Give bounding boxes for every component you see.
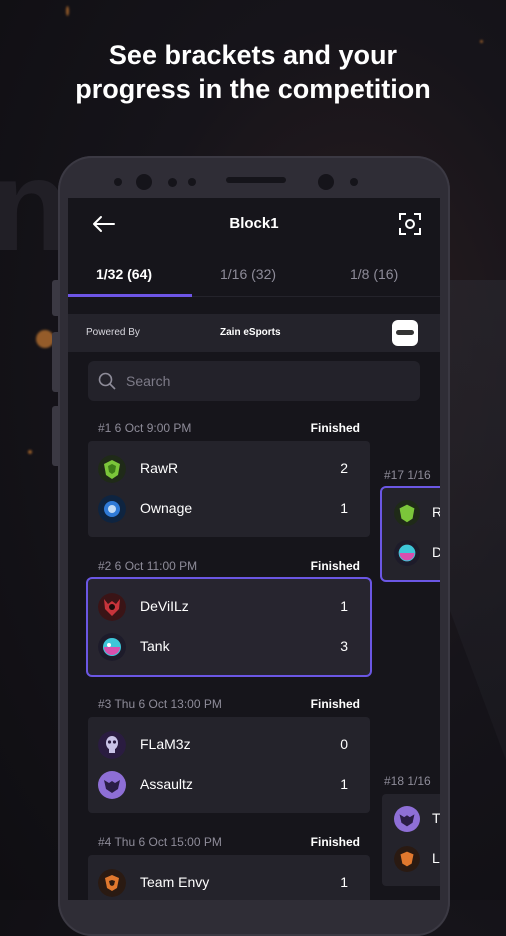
team-name-truncated: L <box>432 850 440 866</box>
team-row[interactable]: FLaM3z 0 <box>88 723 370 763</box>
team-score: 2 <box>340 460 348 476</box>
side-button <box>52 280 58 316</box>
match-info: #1 6 Oct 9:00 PM <box>98 421 192 435</box>
team-score: 1 <box>340 874 348 890</box>
spark <box>66 6 69 16</box>
team-row[interactable]: Ownage 1 <box>88 487 370 527</box>
team-score: 1 <box>340 598 348 614</box>
spark <box>28 450 32 454</box>
team-logo-rawr <box>394 500 420 526</box>
hero-headline: See brackets and your progress in the co… <box>0 38 506 106</box>
team-logo-flam3z <box>98 731 126 759</box>
match-header: #4 Thu 6 Oct 15:00 PM Finished <box>98 835 360 849</box>
match-teams[interactable]: RawR 2 Ownage 1 <box>88 441 370 537</box>
match-teams[interactable]: DeViILz 1 Tank 3 <box>88 579 370 675</box>
powered-by-banner: Powered By Zain eSports <box>68 314 440 352</box>
scan-qr-icon[interactable] <box>398 212 422 236</box>
team-name: RawR <box>140 460 179 476</box>
team-logo-team-envy <box>98 869 126 897</box>
team-logo-assaultz <box>98 771 126 799</box>
team-name-truncated: D <box>432 544 440 560</box>
sensor-dot <box>350 178 358 186</box>
app-bar: Block1 <box>68 198 440 250</box>
match-info: #18 1/16 <box>384 774 431 788</box>
match-info: #17 1/16 <box>384 468 431 482</box>
team-name: Tank <box>140 638 170 654</box>
round-tabs: 1/32 (64) 1/16 (32) 1/8 (16) <box>68 260 440 297</box>
active-tab-indicator <box>68 294 192 297</box>
team-row[interactable]: RawR 2 <box>88 447 370 487</box>
sensor-dot <box>188 178 196 186</box>
side-button <box>52 406 58 466</box>
match-info: #3 Thu 6 Oct 13:00 PM <box>98 697 222 711</box>
front-camera <box>318 174 334 190</box>
sensor-dot <box>168 178 177 187</box>
match-header: #2 6 Oct 11:00 PM Finished <box>98 559 360 573</box>
team-score: 1 <box>340 500 348 516</box>
tab-round-1-32[interactable]: 1/32 (64) <box>96 266 152 282</box>
match-status: Finished <box>310 421 360 435</box>
hero-line-1: See brackets and your <box>108 40 398 70</box>
match-header: #1 6 Oct 9:00 PM Finished <box>98 421 360 435</box>
team-logo-team-envy <box>394 846 420 872</box>
team-name: DeViILz <box>140 598 189 614</box>
team-logo-tank <box>394 540 420 566</box>
match-teams[interactable]: R D <box>382 488 440 580</box>
organizer-name: Zain eSports <box>220 327 281 338</box>
match-header: #3 Thu 6 Oct 13:00 PM Finished <box>98 697 360 711</box>
team-name: Assaultz <box>140 776 193 792</box>
team-logo-tank <box>98 633 126 661</box>
team-logo-assaultz <box>394 806 420 832</box>
app-screen: Block1 1/32 (64) 1/16 (32) 1/8 (16) Powe… <box>68 198 440 900</box>
team-row[interactable]: DeViILz 1 <box>88 585 370 625</box>
match-info: #4 Thu 6 Oct 15:00 PM <box>98 835 222 849</box>
page-title: Block1 <box>229 215 279 232</box>
side-button <box>52 332 58 392</box>
match-teams[interactable]: Team Envy 1 <box>88 855 370 900</box>
team-logo-ownage <box>98 495 126 523</box>
match-teams[interactable]: FLaM3z 0 Assaultz 1 <box>88 717 370 813</box>
sensor-dot <box>114 178 122 186</box>
team-score: 0 <box>340 736 348 752</box>
team-score: 3 <box>340 638 348 654</box>
speaker-grille <box>226 177 286 183</box>
camera-dot <box>136 174 152 190</box>
hero-line-2: progress in the competition <box>75 74 431 104</box>
tab-round-1-16[interactable]: 1/16 (32) <box>220 266 276 282</box>
team-name-truncated: T <box>432 810 440 826</box>
match-status: Finished <box>310 697 360 711</box>
team-row[interactable]: Team Envy 1 <box>88 861 370 900</box>
match-teams[interactable]: T L <box>382 794 440 886</box>
team-logo-rawr <box>98 455 126 483</box>
tab-round-1-8[interactable]: 1/8 (16) <box>350 266 398 282</box>
team-name: Ownage <box>140 500 193 516</box>
team-row[interactable]: Assaultz 1 <box>88 763 370 803</box>
team-row[interactable]: Tank 3 <box>88 625 370 665</box>
organizer-logo[interactable] <box>392 320 418 346</box>
search-bar[interactable]: Search <box>88 361 420 401</box>
team-name-truncated: R <box>432 504 440 520</box>
team-name: FLaM3z <box>140 736 191 752</box>
powered-by-label: Powered By <box>86 327 140 338</box>
team-logo-devilz <box>98 593 126 621</box>
match-status: Finished <box>310 835 360 849</box>
team-score: 1 <box>340 776 348 792</box>
search-icon <box>98 372 116 390</box>
match-info: #2 6 Oct 11:00 PM <box>98 559 198 573</box>
team-name: Team Envy <box>140 874 210 890</box>
match-status: Finished <box>310 559 360 573</box>
search-input[interactable]: Search <box>126 373 170 389</box>
